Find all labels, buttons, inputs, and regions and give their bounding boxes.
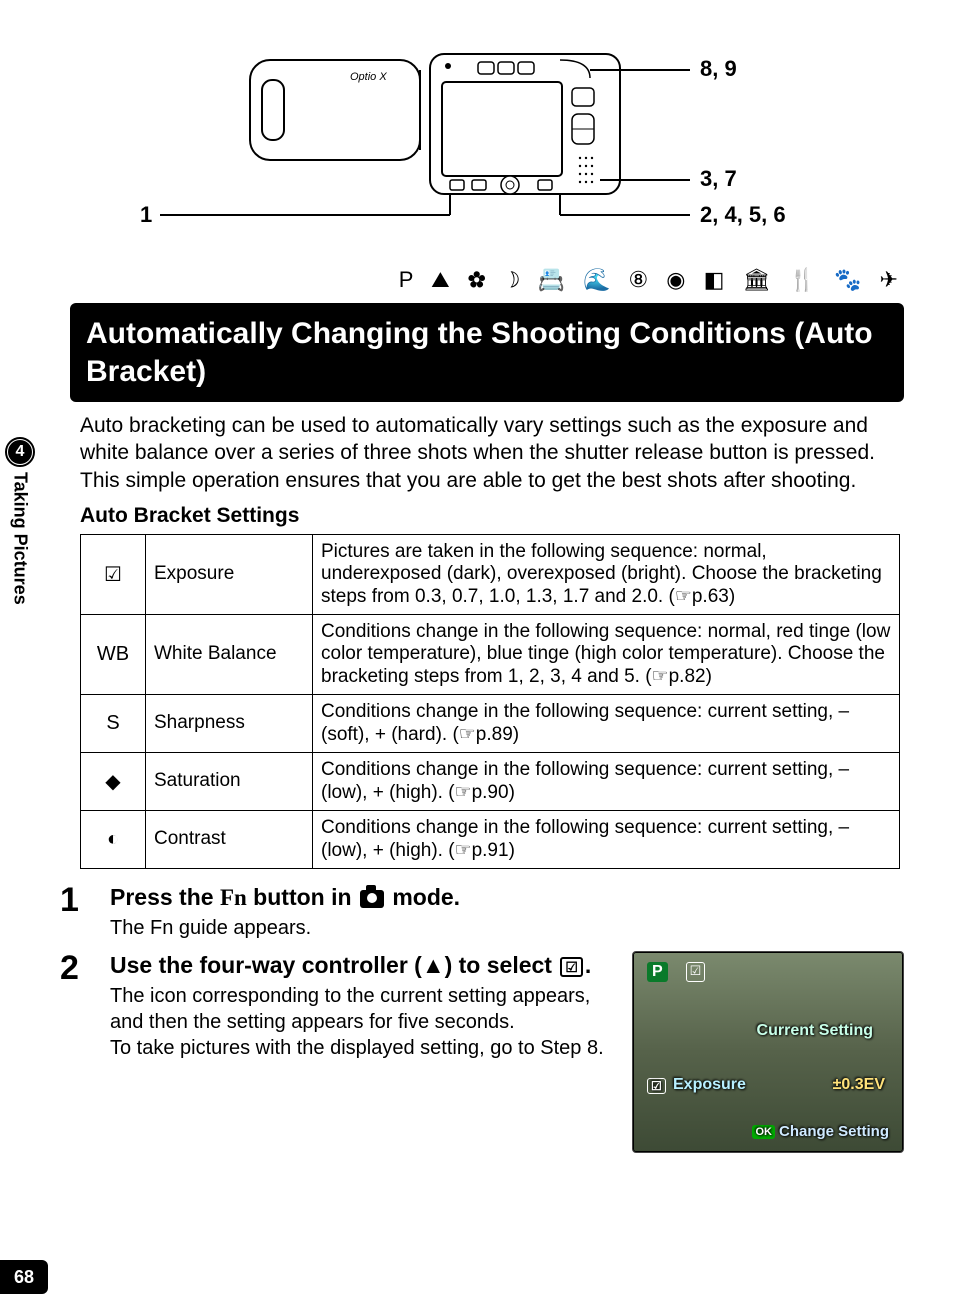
- table-row: ◐ Contrast Conditions change in the foll…: [81, 810, 900, 868]
- auto-bracket-settings-table: ☑ Exposure Pictures are taken in the fol…: [80, 534, 900, 869]
- setting-name: White Balance: [146, 614, 313, 694]
- lcd-bracket-badge: ☑: [686, 962, 706, 982]
- setting-desc: Conditions change in the following seque…: [313, 810, 900, 868]
- table-row: S Sharpness Conditions change in the fol…: [81, 694, 900, 752]
- camera-mode-icon: [360, 890, 384, 908]
- auto-bracket-icon: ☑: [560, 957, 583, 977]
- setting-name: Sharpness: [146, 694, 313, 752]
- intro-paragraph: Auto bracketing can be used to automatic…: [80, 412, 904, 494]
- lcd-change-setting: OKChange Setting: [752, 1123, 889, 1140]
- step-title: Press the Fn button in mode.: [110, 883, 904, 913]
- lcd-ok-badge: OK: [752, 1125, 775, 1139]
- step-number: 1: [60, 883, 92, 941]
- callout-3-7: 3, 7: [700, 166, 737, 191]
- table-heading: Auto Bracket Settings: [80, 504, 904, 528]
- mode-icons-row: P ⛰ ✿ ☽ 📇 🌊 ⑧ ◉ ◧ 🏛 🍴 🐾 ✈: [90, 267, 904, 293]
- camera-diagram: Optio X: [90, 40, 904, 255]
- callout-8-9: 8, 9: [700, 56, 737, 81]
- setting-name: Contrast: [146, 810, 313, 868]
- lcd-preview: P ☑ Current Setting ☑ Exposure ±0.3EV OK…: [632, 951, 904, 1153]
- callout-1: 1: [140, 202, 152, 227]
- setting-icon: WB: [81, 614, 146, 694]
- callout-2-4-5-6: 2, 4, 5, 6: [700, 202, 786, 227]
- setting-icon: ☑: [81, 534, 146, 614]
- setting-desc: Conditions change in the following seque…: [313, 614, 900, 694]
- step-description: The Fn guide appears.: [110, 915, 904, 941]
- setting-name: Exposure: [146, 534, 313, 614]
- lcd-p-badge: P: [647, 962, 668, 982]
- step-description: The icon corresponding to the current se…: [110, 983, 616, 1061]
- svg-text:Optio X: Optio X: [350, 71, 387, 83]
- lcd-current-setting-label: Current Setting: [757, 1022, 873, 1040]
- setting-desc: Conditions change in the following seque…: [313, 694, 900, 752]
- setting-desc: Conditions change in the following seque…: [313, 752, 900, 810]
- table-row: ◆ Saturation Conditions change in the fo…: [81, 752, 900, 810]
- chapter-title-vertical: Taking Pictures: [10, 472, 31, 605]
- chapter-number-badge: 4: [8, 440, 32, 464]
- table-row: ☑ Exposure Pictures are taken in the fol…: [81, 534, 900, 614]
- setting-icon: ◆: [81, 752, 146, 810]
- page-number: 68: [0, 1260, 48, 1294]
- step-number: 2: [60, 951, 92, 1153]
- step-title: Use the four-way controller (▲) to selec…: [110, 951, 616, 981]
- chapter-side-tab: 4 Taking Pictures: [0, 440, 40, 700]
- step-2: 2 Use the four-way controller (▲) to sel…: [60, 951, 904, 1153]
- section-title: Automatically Changing the Shooting Cond…: [70, 303, 904, 402]
- setting-name: Saturation: [146, 752, 313, 810]
- setting-desc: Pictures are taken in the following sequ…: [313, 534, 900, 614]
- lcd-exposure-label: Exposure: [673, 1076, 746, 1094]
- lcd-exposure-value: ±0.3EV: [833, 1076, 885, 1094]
- setting-icon: S: [81, 694, 146, 752]
- lcd-exposure-icon: ☑: [647, 1078, 666, 1094]
- table-row: WB White Balance Conditions change in th…: [81, 614, 900, 694]
- step-1: 1 Press the Fn button in mode. The Fn gu…: [60, 883, 904, 941]
- setting-icon: ◐: [81, 810, 146, 868]
